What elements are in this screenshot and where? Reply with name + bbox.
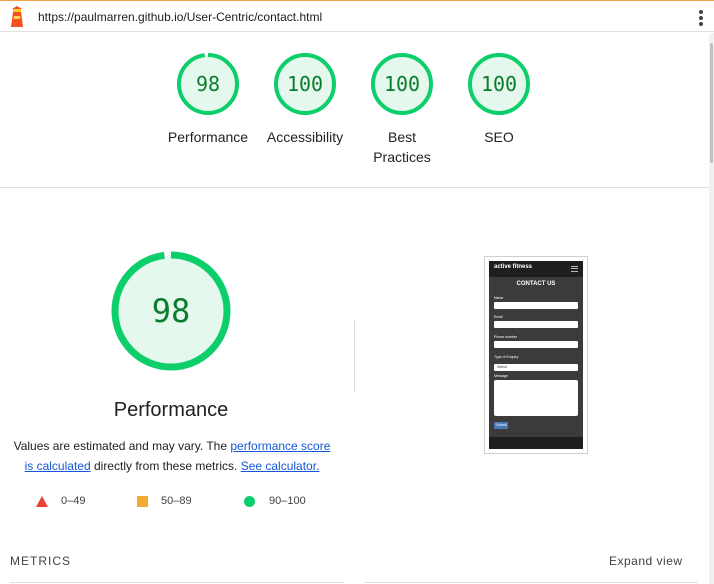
- screenshot-label-phone: Phone number: [494, 335, 517, 339]
- best-practices-score: 100: [383, 72, 421, 96]
- page-url: https://paulmarren.github.io/User-Centri…: [38, 10, 323, 24]
- screenshot-field-email: [494, 321, 578, 328]
- more-vert-icon[interactable]: [696, 10, 706, 26]
- metrics-divider-right: [364, 582, 698, 583]
- legend-average-range: 50–89: [161, 495, 192, 507]
- seo-label: SEO: [449, 127, 549, 147]
- seo-label-line: SEO: [484, 129, 514, 145]
- triangle-icon: [36, 496, 48, 507]
- screenshot-label-email: Email: [494, 315, 503, 319]
- lighthouse-icon: [11, 6, 23, 27]
- seo-score: 100: [480, 72, 518, 96]
- screenshot-page: active fitness CONTACT US Name Email Pho…: [489, 261, 583, 449]
- screenshot-label-enquiry: Type of Enquiry: [494, 355, 519, 359]
- screenshot-brand: active fitness: [494, 264, 533, 270]
- circle-icon: [244, 496, 255, 507]
- performance-title: Performance: [113, 399, 229, 421]
- screenshot-select-value: Select: [497, 365, 507, 369]
- section-divider: [0, 187, 709, 188]
- browser-top-bar: https://paulmarren.github.io/User-Centri…: [0, 0, 714, 32]
- screenshot-footer: [489, 437, 583, 449]
- screenshot-message-box: [494, 380, 578, 416]
- accessibility-label-line: Accessibility: [266, 129, 344, 145]
- performance-label-line: Performance: [167, 129, 249, 145]
- scrollbar-thumb[interactable]: [710, 43, 713, 163]
- screenshot-title: CONTACT US: [516, 281, 556, 287]
- performance-gauge[interactable]: 98: [176, 52, 240, 116]
- performance-score: 98: [195, 72, 221, 96]
- best-practices-label: Best Practices: [352, 127, 452, 167]
- final-screenshot[interactable]: active fitness CONTACT US Name Email Pho…: [484, 256, 588, 454]
- seo-gauge[interactable]: 100: [467, 52, 531, 116]
- screenshot-label-message: Message: [494, 374, 509, 378]
- legend-pass-range: 90–100: [269, 495, 306, 507]
- performance-description: Values are estimated and may vary. The p…: [10, 436, 334, 476]
- metrics-divider-left: [10, 582, 344, 583]
- performance-score: 98: [151, 292, 191, 330]
- screenshot-field-phone: [494, 341, 578, 348]
- screenshot-field-name: [494, 302, 578, 309]
- legend-fail-range: 0–49: [61, 495, 86, 507]
- accessibility-label: Accessibility: [255, 127, 355, 147]
- desc-text-2: directly from these metrics.: [90, 459, 241, 473]
- square-icon: [137, 496, 148, 507]
- screenshot-label-name: Name: [494, 296, 504, 300]
- performance-label: Performance: [158, 127, 258, 147]
- expand-view-button[interactable]: Expand view: [609, 554, 683, 568]
- accessibility-score: 100: [286, 72, 324, 96]
- see-calculator-link[interactable]: See calculator.: [241, 459, 320, 473]
- best-practices-label-line: Practices: [373, 149, 431, 165]
- accessibility-gauge[interactable]: 100: [273, 52, 337, 116]
- screenshot-submit: Submit: [494, 422, 508, 429]
- screenshot-select: Select: [494, 364, 578, 371]
- hamburger-icon: [571, 266, 578, 272]
- best-practices-gauge[interactable]: 100: [370, 52, 434, 116]
- vertical-divider: [354, 320, 355, 392]
- screenshot-header: active fitness: [489, 261, 583, 277]
- metrics-heading: METRICS: [10, 554, 71, 568]
- scrollbar[interactable]: [709, 33, 714, 584]
- best-practices-label-line: Best: [387, 129, 416, 145]
- desc-text-1: Values are estimated and may vary. The: [13, 439, 231, 453]
